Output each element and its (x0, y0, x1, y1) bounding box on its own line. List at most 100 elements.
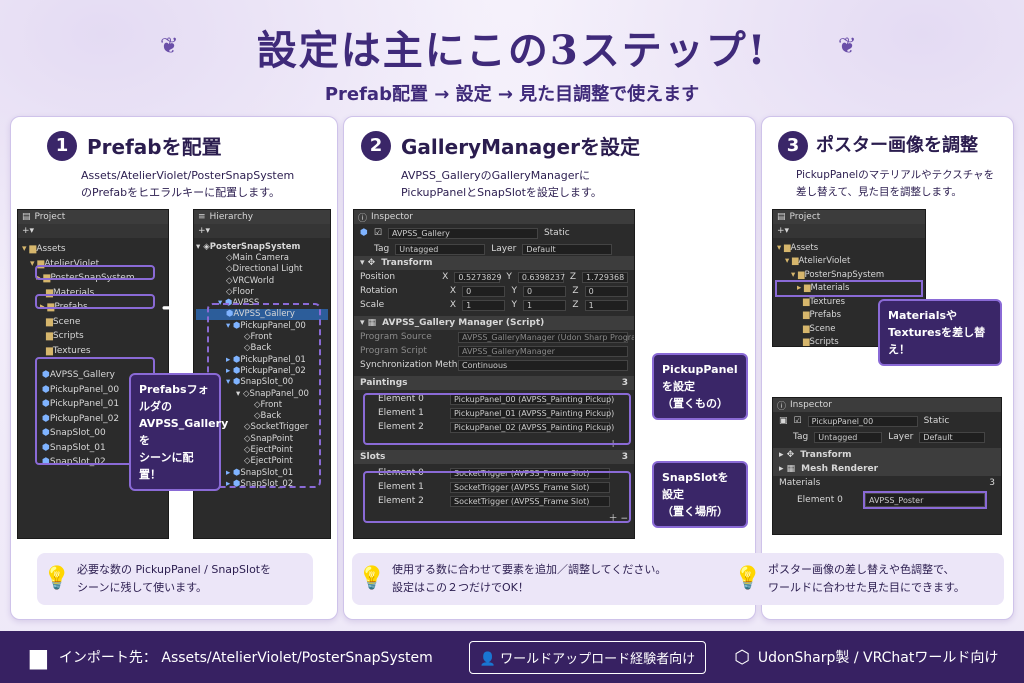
layer-dropdown[interactable]: Default (522, 243, 613, 255)
tree-item[interactable]: ▆ Scene (22, 315, 164, 330)
project-tab[interactable]: ▤ Project (773, 210, 925, 224)
page-title: 設定は主にこの3ステップ! (256, 27, 768, 74)
step1-number: 1 (47, 131, 77, 161)
step2-panel: 2 GalleryManagerを設定 AVPSS_GalleryのGaller… (343, 116, 756, 620)
scale-row: Scale X 1 Y 1 Z 1 (354, 298, 634, 312)
slots-header[interactable]: Slots 3 (354, 450, 634, 464)
material-field[interactable]: AVPSS_Poster (863, 491, 987, 509)
step2-title: GalleryManagerを設定 (401, 135, 640, 159)
static-toggle[interactable]: Static (544, 228, 570, 238)
transform-header[interactable]: ▸ ✥ Transform (773, 448, 1001, 462)
inspector-tab[interactable]: ⓘ Inspector (773, 398, 1001, 412)
tree-item[interactable]: ▾ ▆ AtelierViolet (777, 255, 921, 269)
arrow-right-icon: ➜ (161, 293, 183, 323)
step2-desc: AVPSS_GalleryのGalleryManagerに PickupPane… (401, 169, 602, 199)
tree-item[interactable]: ▾ ▆ Assets (777, 241, 921, 255)
list-icon: ≡ (198, 212, 206, 222)
add-icon[interactable]: +▾ (22, 226, 34, 236)
hierarchy-item[interactable]: ◇ Directional Light (196, 264, 328, 275)
step3-panel: 3 ポスター画像を調整 PickupPanelのマテリアルやテクスチャを 差し替… (728, 116, 1014, 620)
audience-badge: 👤 ワールドアップロード経験者向け (468, 640, 707, 674)
info-icon: ⓘ (777, 401, 787, 412)
tree-item[interactable]: ▾ ▆ Assets (22, 242, 164, 257)
inspector-tab[interactable]: ⓘ Inspector (354, 210, 634, 224)
step1-title: Prefabを配置 (87, 135, 222, 159)
info-icon: ⓘ (358, 213, 368, 224)
static-toggle[interactable]: Static (924, 416, 950, 426)
object-name-field[interactable]: AVPSS_Gallery (387, 227, 538, 239)
active-checkbox[interactable]: ☑ (794, 416, 802, 426)
materials-header[interactable]: Materials 3 (773, 476, 1001, 490)
tag-dropdown[interactable]: Untagged (395, 243, 486, 255)
hierarchy-item[interactable]: ◇ VRCWorld (196, 275, 328, 286)
step1-desc-line2: のPrefabをヒエラルキーに配置します。 (81, 186, 280, 199)
folder-icon: ▤ (22, 212, 31, 222)
material-element: Element 0 AVPSS_Poster (773, 490, 1001, 510)
footer: ▆ インポート先： Assets/AtelierViolet/PosterSna… (0, 631, 1024, 683)
callout-snapslot: SnapSlotを設定 （置く場所） (652, 461, 748, 528)
program-script-row: Program Script AVPSS_GalleryManager (354, 344, 634, 358)
active-checkbox[interactable]: ☑ (374, 228, 382, 238)
tree-item-materials[interactable]: ▸ ▆ Materials (775, 279, 923, 297)
callout-pickuppanel: PickupPanelを設定 （置くもの） (652, 353, 748, 420)
step2-tip: 💡 使用する数に合わせて要素を追加／調整してください。 設定はこの２つだけでOK！ (352, 553, 748, 605)
lightbulb-icon: 💡 (43, 566, 71, 591)
step1-tip: 💡 必要な数の PickupPanel / SnapSlotを シーンに残して使い… (37, 553, 313, 605)
script-header[interactable]: ▾ ▦ AVPSS_Gallery Manager (Script) (354, 316, 634, 330)
user-icon: 👤 (479, 651, 501, 667)
object-name-field[interactable]: PickupPanel_00 (807, 415, 918, 427)
position-row: Position X 0.5273829 Y 0.6398237 Z 1.729368 (354, 270, 634, 284)
hierarchy-item[interactable]: ▾ ◈ PosterSnapSystem (196, 241, 328, 252)
add-icon[interactable]: +▾ (777, 226, 789, 236)
paintings-header[interactable]: Paintings 3 (354, 376, 634, 390)
step2-number: 2 (361, 131, 391, 161)
tag-layer-row: Tag Untagged Layer Default (773, 430, 1001, 444)
page-subtitle: Prefab配置 → 設定 → 見た目調整で使えます (324, 84, 700, 105)
step3-tip: 💡 ポスター画像の差し替えや色調整で、 ワールドに合わせた見た目にできます。 (728, 553, 1004, 605)
add-icon[interactable]: +▾ (198, 226, 210, 236)
program-source-row: Program Source AVPSS_GalleryManager (Udon… (360, 331, 634, 343)
sync-row: Synchronization Method Continuous (354, 358, 634, 372)
highlight-paintings (363, 393, 631, 445)
rotation-row: Rotation X 0 Y 0 Z 0 (354, 284, 634, 298)
project-toolbar: +▾ (18, 224, 168, 238)
step3-title: ポスター画像を調整 (816, 135, 978, 156)
step1-desc-line1: Assets/AtelierViolet/PosterSnapSystem (81, 169, 295, 182)
layer-dropdown[interactable]: Default (919, 431, 986, 443)
tag-dropdown[interactable]: Untagged (814, 431, 883, 443)
step1-desc: Assets/AtelierViolet/PosterSnapSystem のP… (81, 167, 294, 201)
tree-item[interactable]: ▆ Scripts (22, 329, 164, 344)
step3-desc: PickupPanelのマテリアルやテクスチャを 差し替えて、見た目を調整します… (796, 169, 995, 198)
highlight-prefabs (35, 294, 155, 309)
dashed-highlight-gallery (207, 303, 321, 488)
hierarchy-item[interactable]: ◇ Main Camera (196, 252, 328, 263)
step1-panel: 1 Prefabを配置 Assets/AtelierViolet/PosterS… (10, 116, 338, 620)
tag-layer-row: Tag Untagged Layer Default (354, 242, 634, 256)
callout-materials: Materialsや Texturesを差し替え！ (878, 299, 1002, 366)
highlight-postersnapsystem (35, 265, 155, 280)
folder-icon: ▆ (30, 644, 47, 670)
step3-number: 3 (778, 131, 808, 161)
object-header: ⬢ ☑ AVPSS_Gallery Static (354, 224, 634, 242)
tech-label: UdonSharp製 / VRChatワールド向け (757, 650, 999, 666)
lightbulb-icon: 💡 (358, 566, 386, 591)
ornament-right-icon: ❦ (838, 34, 857, 59)
import-path: インポート先： Assets/AtelierViolet/PosterSnapS… (58, 650, 433, 666)
transform-header[interactable]: ▾ ✥ Transform (354, 256, 634, 270)
object-header: ▣ ☑ PickupPanel_00 Static (773, 412, 1001, 430)
highlight-slots (363, 471, 631, 523)
inspector-window-3: ⓘ Inspector ▣ ☑ PickupPanel_00 Static Tag U… (772, 397, 1002, 535)
callout-place-gallery: Prefabsフォルダの AVPSS_Galleryを シーンに配置！ (129, 373, 228, 491)
sync-dropdown[interactable]: Continuous (458, 359, 628, 371)
project-tab[interactable]: ▤ Project (18, 210, 168, 224)
folder-icon: ▤ (777, 212, 786, 222)
cube-icon: ⬡ (734, 646, 750, 668)
project-toolbar: +▾ (773, 224, 925, 238)
hierarchy-item[interactable]: ◇ Floor (196, 286, 328, 297)
cube-icon: ▣ (779, 416, 788, 426)
hierarchy-tab[interactable]: ≡ Hierarchy (194, 210, 330, 224)
tree-item[interactable]: ▆ Textures (22, 344, 164, 359)
mesh-renderer-header[interactable]: ▸ ▦ Mesh Renderer (773, 462, 1001, 476)
prefab-icon: ⬢ (360, 228, 368, 238)
tree-item[interactable]: ▾ ▆ PosterSnapSystem (777, 268, 921, 282)
